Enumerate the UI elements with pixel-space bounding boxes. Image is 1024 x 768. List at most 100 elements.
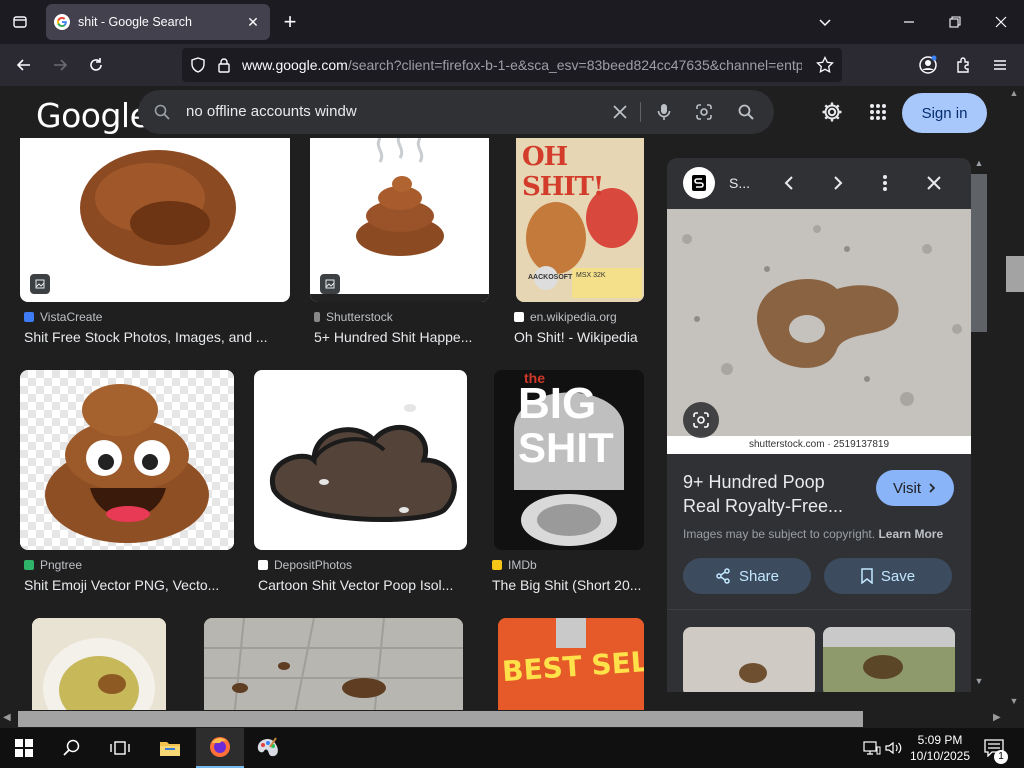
close-tab-icon[interactable]: ✕ [244, 13, 262, 31]
extensions-button[interactable] [950, 51, 978, 79]
share-button[interactable]: Share [683, 558, 811, 594]
related-image[interactable] [683, 627, 815, 692]
panel-scrollbar-thumb[interactable] [971, 174, 987, 332]
clock-date: 10/10/2025 [909, 749, 971, 763]
result-thumbnail[interactable] [204, 618, 463, 710]
search-icon [63, 739, 80, 756]
system-clock[interactable]: 5:09 PM 10/10/2025 [906, 732, 974, 764]
shutterstock-favicon-icon [314, 312, 320, 322]
browser-tab[interactable]: shit - Google Search ✕ [46, 4, 270, 40]
result-source[interactable]: DepositPhotos [258, 558, 352, 572]
learn-more-link[interactable]: Learn More [878, 527, 943, 541]
back-arrow-icon [16, 59, 30, 71]
lock-icon[interactable] [217, 57, 231, 78]
voice-search-icon[interactable] [654, 102, 674, 122]
result-caption[interactable]: Shit Free Stock Photos, Images, and ... [24, 329, 284, 345]
result-source[interactable]: IMDb [492, 558, 537, 572]
save-button[interactable]: Save [824, 558, 952, 594]
shield-icon[interactable] [190, 57, 206, 78]
new-tab-button[interactable]: + [278, 9, 302, 34]
result-source[interactable]: Pngtree [24, 558, 82, 572]
scroll-up-icon[interactable]: ▲ [1008, 88, 1020, 100]
settings-gear-icon[interactable] [820, 100, 844, 124]
network-icon[interactable] [862, 738, 882, 758]
account-button[interactable] [914, 51, 942, 79]
lens-button[interactable] [683, 402, 719, 438]
result-thumbnail[interactable] [32, 618, 166, 710]
panel-scroll-up-icon[interactable]: ▲ [972, 158, 986, 170]
search-input[interactable]: no offline accounts windw [186, 103, 357, 120]
lens-search-icon[interactable] [694, 102, 714, 122]
app-menu-button[interactable] [986, 51, 1014, 79]
file-explorer-button[interactable] [146, 728, 194, 768]
result-caption[interactable]: Cartoon Shit Vector Poop Isol... [258, 577, 468, 593]
poster-shit-text: SHIT [518, 424, 614, 471]
tab-title: shit - Google Search [78, 15, 192, 29]
volume-icon[interactable] [884, 738, 904, 758]
poop-emoji-image [20, 370, 234, 550]
visit-button[interactable]: Visit [876, 470, 954, 506]
page-vertical-scrollbar[interactable] [1004, 86, 1024, 710]
result-source[interactable]: Shutterstock [314, 310, 393, 324]
panel-toolbar: S... [667, 158, 971, 208]
result-caption[interactable]: Shit Emoji Vector PNG, Vecto... [24, 577, 234, 593]
page-vertical-scroll-thumb[interactable] [1006, 256, 1024, 292]
share-icon [716, 568, 730, 584]
result-thumbnail[interactable]: OH SHIT! MSX 32K AACKOSOFT [516, 138, 644, 302]
shutterstock-logo-icon[interactable] [683, 167, 715, 199]
close-window-button[interactable] [986, 8, 1016, 36]
scroll-right-icon[interactable]: ▶ [993, 712, 1005, 726]
previous-image-chevron-icon[interactable] [777, 171, 801, 195]
task-view-icon [110, 741, 130, 755]
task-view-button[interactable] [96, 728, 144, 768]
scroll-down-icon[interactable]: ▼ [1008, 696, 1020, 708]
account-icon [919, 55, 937, 74]
panel-image-title[interactable]: 9+ Hundred Poop Real Royalty-Free... [683, 470, 863, 518]
minimize-button[interactable] [894, 8, 924, 36]
folder-icon [160, 742, 180, 756]
result-thumbnail[interactable] [310, 138, 489, 302]
toilet-bowl-image [32, 618, 166, 710]
clear-search-icon[interactable] [610, 102, 630, 122]
panel-source-name[interactable]: S... [729, 175, 750, 191]
tab-overflow-chevron-icon[interactable] [810, 8, 840, 36]
result-caption[interactable]: 5+ Hundred Shit Happe... [314, 329, 484, 345]
more-options-icon[interactable] [873, 171, 897, 195]
image-credit: shutterstock.com · 2519137819 [667, 436, 971, 454]
result-caption[interactable]: Oh Shit! - Wikipedia [514, 329, 654, 345]
result-thumbnail[interactable] [20, 370, 234, 550]
close-panel-icon[interactable] [922, 171, 946, 195]
back-button[interactable] [10, 51, 38, 79]
panel-scroll-down-icon[interactable]: ▼ [972, 676, 986, 688]
image-badge-icon [30, 274, 50, 294]
result-thumbnail[interactable] [254, 370, 467, 550]
sign-in-button[interactable]: Sign in [902, 93, 987, 133]
firefox-taskbar-button[interactable] [196, 728, 244, 768]
related-image[interactable] [823, 627, 955, 692]
taskbar-search-button[interactable] [48, 728, 96, 768]
chevron-right-icon [929, 483, 936, 493]
list-all-tabs-button[interactable] [6, 8, 34, 36]
paint-taskbar-button[interactable] [244, 728, 292, 768]
search-box[interactable]: no offline accounts windw [138, 90, 774, 134]
google-logo[interactable]: Google [36, 96, 150, 135]
result-source[interactable]: en.wikipedia.org [514, 310, 617, 324]
result-thumbnail[interactable]: the BIG SHIT [494, 370, 644, 550]
search-submit-icon[interactable] [736, 102, 756, 122]
result-source[interactable]: VistaCreate [24, 310, 102, 324]
bookmark-star-icon[interactable] [816, 55, 834, 79]
start-button[interactable] [0, 728, 48, 768]
forward-button[interactable] [46, 51, 74, 79]
next-image-chevron-icon[interactable] [826, 171, 850, 195]
reload-button[interactable] [82, 51, 110, 79]
page-horizontal-scroll-thumb[interactable] [18, 711, 863, 727]
result-thumbnail[interactable] [20, 138, 290, 302]
scroll-left-icon[interactable]: ◀ [3, 712, 15, 726]
result-caption[interactable]: The Big Shit (Short 20... [492, 577, 652, 593]
url-text[interactable]: www.google.com/search?client=firefox-b-1… [242, 57, 802, 73]
result-thumbnail[interactable]: BEST SELLER [498, 618, 644, 710]
google-apps-icon[interactable] [866, 100, 890, 124]
google-favicon-icon [54, 14, 70, 30]
restore-button[interactable] [940, 8, 970, 36]
url-bar[interactable]: www.google.com/search?client=firefox-b-1… [182, 48, 842, 82]
